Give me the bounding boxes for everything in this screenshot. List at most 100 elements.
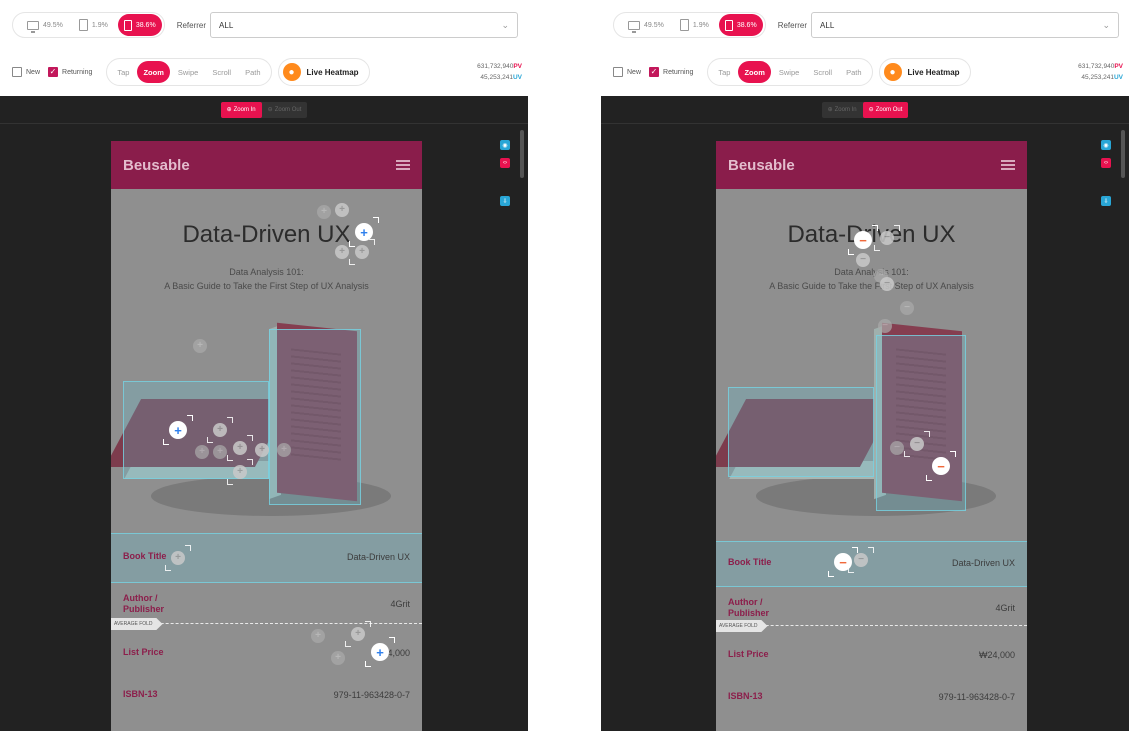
zoom-out-button[interactable]: ⊖ Zoom Out [862,101,909,118]
scrollbar[interactable] [520,130,524,178]
site-header: Beusable [111,141,422,189]
info-label: List Price [728,649,769,659]
tab-path[interactable]: Path [239,61,266,83]
zoom-in-marker: + [165,545,191,571]
tab-zoom[interactable]: Zoom [738,61,771,83]
zoom-in-marker: + [335,203,349,217]
menu-icon [396,160,410,170]
site-header: Beusable [716,141,1027,189]
live-heatmap-icon: ● [282,63,301,81]
live-heatmap-label: Live Heatmap [306,67,359,77]
info-row-book-title: Book Title Data-Driven UX [716,557,1027,568]
zoom-in-icon: ⊕ [226,107,232,113]
code-icon[interactable]: ‹› [500,158,510,168]
code-icon[interactable]: ‹› [1101,158,1111,168]
info-value: 979-11-963428-0-7 [333,689,410,700]
device-tablet-button[interactable]: 1.9% [674,14,715,36]
pv-label: PV [513,63,522,70]
filter-returning-label: Returning [663,68,694,76]
info-label: List Price [123,647,164,657]
device-filter-bar: 49.5% 1.9% 38.6% Referrer ALL ⌄ [613,12,1119,38]
chevron-down-icon: ⌄ [501,19,509,30]
device-mobile-button[interactable]: 38.6% [718,14,763,36]
info-value: 4Grit [995,603,1015,613]
zoom-out-button[interactable]: ⊖ Zoom Out [262,102,308,118]
device-tablet-button[interactable]: 1.9% [73,14,114,36]
tab-swipe[interactable]: Swipe [773,61,805,83]
filter-returning-label: Returning [62,68,93,76]
heatmap-panel-zoom-out: 49.5% 1.9% 38.6% Referrer ALL ⌄ New ✓ Retu… [601,0,1129,731]
zoom-out-label: Zoom Out [274,106,302,113]
tablet-icon [679,19,689,31]
zoom-in-label: Zoom In [834,106,857,113]
live-heatmap-button[interactable]: ● Live Heatmap [878,58,971,86]
tab-scroll[interactable]: Scroll [206,61,237,83]
filter-returning-checkbox[interactable]: ✓ Returning [649,67,693,77]
zoom-out-marker: − [848,225,878,255]
zoom-in-marker: + [213,445,227,459]
tab-tap[interactable]: Tap [111,61,135,83]
zoom-in-button[interactable]: ⊕ Zoom In [822,102,863,118]
checkbox-icon: ✓ [48,67,59,77]
heatmap-canvas: ⊕ Zoom In ⊖ Zoom Out ◉ ‹› ⇩ Beusable Data-… [601,96,1129,731]
device-mobile-share: 38.6% [736,21,757,29]
panel-divider [528,0,601,731]
zoom-out-icon: ⊖ [267,107,273,113]
tab-tap[interactable]: Tap [712,61,736,83]
checkbox-icon: ✓ [649,67,660,77]
zoom-out-label: Zoom Out [875,106,903,113]
zoom-in-marker: + [277,443,291,457]
device-tablet-share: 1.9% [692,21,709,29]
tab-zoom[interactable]: Zoom [137,61,170,83]
live-heatmap-label: Live Heatmap [907,67,960,77]
device-desktop-button[interactable]: 49.5% [622,14,670,36]
zoom-in-icon: ⊕ [827,107,833,113]
desktop-icon [628,20,640,33]
device-desktop-button[interactable]: 49.5% [21,14,69,36]
tab-swipe[interactable]: Swipe [172,61,204,83]
page-title: Data-Driven UX [182,221,351,248]
filter-new-checkbox[interactable]: New [12,67,40,77]
zoom-in-marker: + [227,435,253,461]
eye-icon[interactable]: ◉ [1101,140,1111,150]
referrer-select[interactable]: ALL ⌄ [811,12,1119,38]
device-toggle-group: 49.5% 1.9% 38.6% [613,12,766,38]
heatmap-panel-zoom-in: 49.5% 1.9% 38.6% Referrer ALL ⌄ New ✓ Retu… [0,0,528,731]
zoom-out-marker: − [926,451,956,481]
average-fold-line: AVERAGE FOLD [111,618,422,630]
zoom-in-marker: + [331,651,345,665]
download-icon[interactable]: ⇩ [1101,196,1111,206]
scrollbar[interactable] [1121,130,1125,178]
pv-count: 631,732,940 [477,63,514,70]
live-heatmap-button[interactable]: ● Live Heatmap [277,58,370,86]
traffic-stats: 631,732,940PV 45,253,241UV [1078,61,1123,83]
eye-icon[interactable]: ◉ [500,140,510,150]
zoom-out-marker: − [900,301,914,315]
filter-returning-checkbox[interactable]: ✓ Returning [48,67,92,77]
tab-scroll[interactable]: Scroll [807,61,838,83]
zoom-toggle: ⊕ Zoom In ⊖ Zoom Out [821,101,909,118]
info-value: 4Grit [390,599,410,609]
checkbox-icon [12,67,22,77]
zoom-out-icon: ⊖ [868,107,874,113]
tab-path[interactable]: Path [840,61,867,83]
mode-bar: New ✓ Returning Tap Zoom Swipe Scroll Pat… [12,58,522,86]
mobile-page-preview: Beusable Data-Driven UX Data Analysis 10… [716,141,1027,731]
filter-new-checkbox[interactable]: New [613,67,641,77]
info-row-isbn: ISBN-13 979-11-963428-0-7 [111,689,422,700]
device-mobile-button[interactable]: 38.6% [117,14,162,36]
heatmap-canvas: ⊕ Zoom In ⊖ Zoom Out ◉ ‹› ⇩ Beusable Data-… [0,96,528,731]
download-icon[interactable]: ⇩ [500,196,510,206]
subtitle-line-2: A Basic Guide to Take the First Step of … [164,281,369,291]
info-row-book-title: Book Title Data-Driven UX [111,551,422,562]
info-row-list-price: List Price ₩24,000 [716,649,1027,660]
zoom-in-button[interactable]: ⊕ Zoom In [220,101,262,118]
info-label: Book Title [728,557,772,567]
zoom-in-marker: + [255,443,269,457]
page-subtitle: Data Analysis 101: A Basic Guide to Take … [111,265,422,293]
referrer-select[interactable]: ALL ⌄ [210,12,518,38]
mobile-page-preview: Beusable Data-Driven UX Data Analysis 10… [111,141,422,731]
mode-tabs: Tap Zoom Swipe Scroll Path [106,58,272,86]
zoom-out-marker: − [878,319,892,333]
uv-label: UV [512,74,522,81]
